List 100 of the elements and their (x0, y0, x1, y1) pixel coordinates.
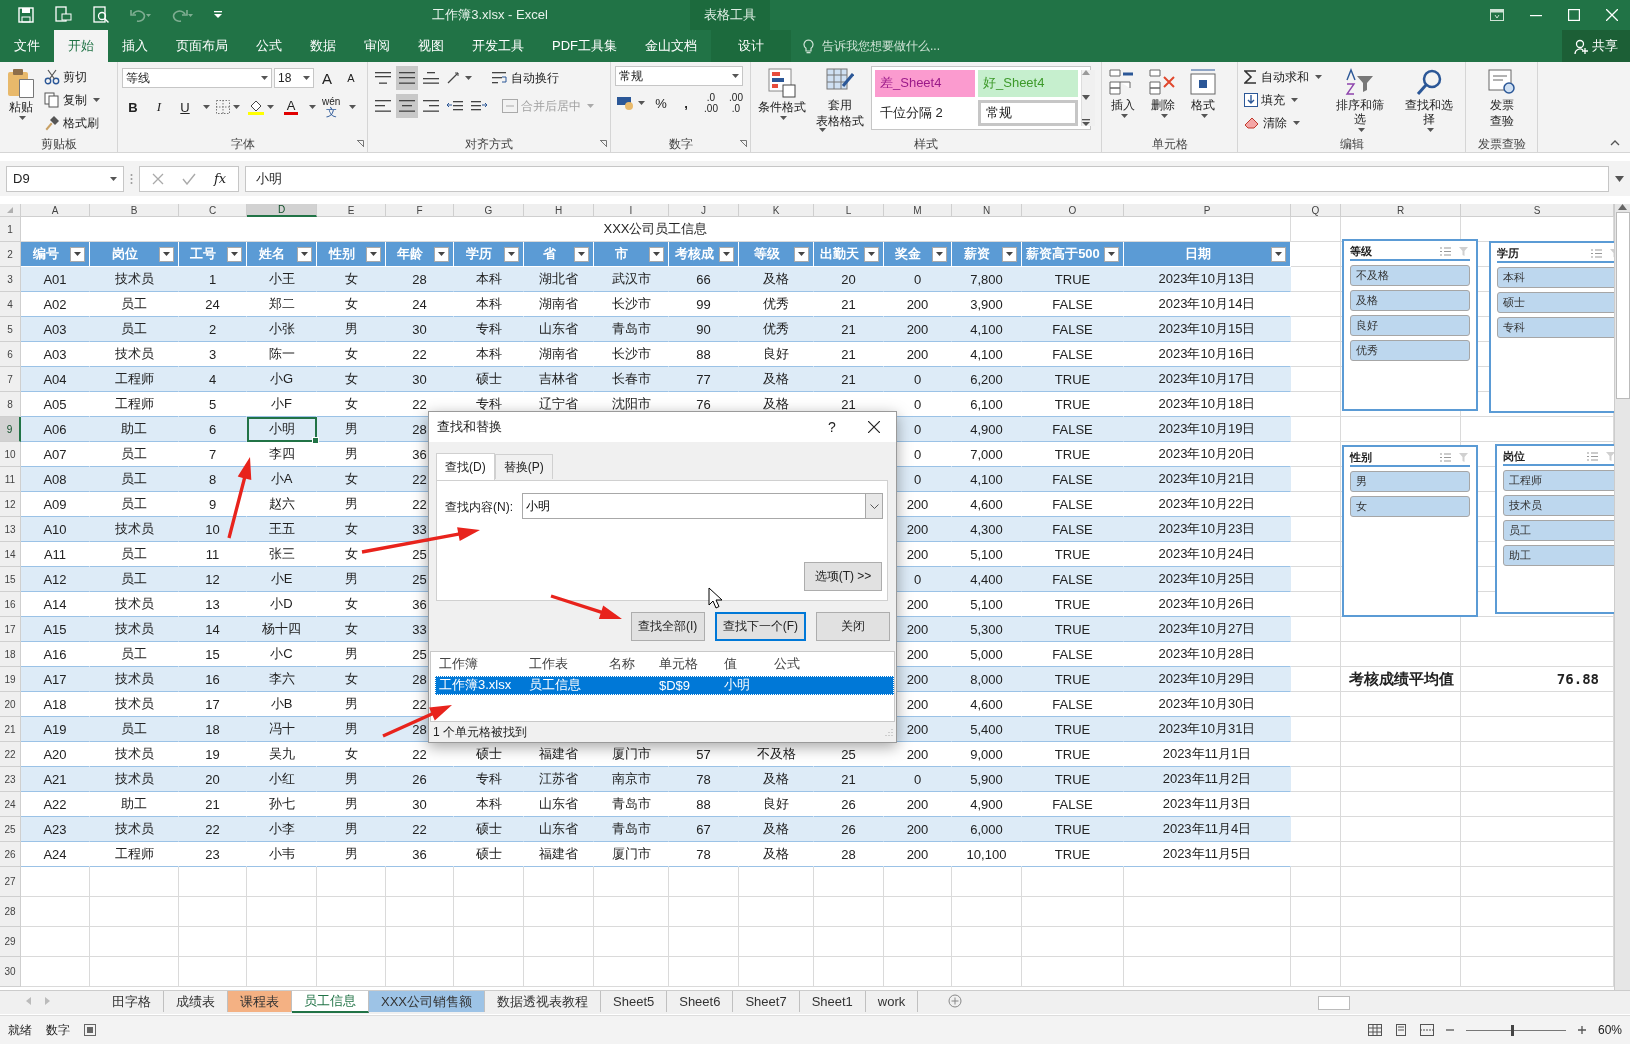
ribbon-tab[interactable]: 金山文档 (631, 30, 711, 62)
cell-style[interactable]: 常规 (978, 99, 1078, 126)
column-header[interactable]: K (739, 204, 814, 217)
zoom-thumb[interactable] (1510, 1024, 1514, 1036)
ribbon-tab[interactable]: 页面布局 (162, 30, 242, 62)
dialog-button[interactable]: 查找下一个(F) (714, 611, 806, 641)
increase-decimal-button[interactable]: .0 .00 (700, 90, 722, 116)
grow-font-button[interactable]: A (316, 66, 338, 90)
filter-button[interactable] (719, 246, 734, 262)
underline-button[interactable]: U (174, 95, 196, 119)
row-header[interactable]: 23 (0, 767, 21, 792)
column-header[interactable]: O (1022, 204, 1124, 217)
horizontal-scrollbar[interactable] (1318, 996, 1350, 1010)
row-header[interactable]: 17 (0, 617, 21, 642)
filter-button[interactable] (227, 246, 242, 262)
filter-button[interactable] (1104, 246, 1119, 262)
row-header[interactable]: 24 (0, 792, 21, 817)
ribbon-tab[interactable]: 文件 (0, 30, 54, 62)
bold-button[interactable]: B (122, 95, 144, 119)
ribbon-tab[interactable]: 数据 (296, 30, 350, 62)
ribbon-tab[interactable]: 视图 (404, 30, 458, 62)
slicer-item[interactable]: 不及格 (1350, 265, 1470, 286)
result-row[interactable]: 工作簿3.xlsx 员工信息 $D$9 小明 (435, 675, 894, 695)
format-as-table-button[interactable]: 套用 表格格式 (813, 66, 867, 134)
dialog-button[interactable]: 查找全部(I) (630, 611, 705, 641)
sheet-tab[interactable]: Sheet5 (601, 991, 668, 1012)
font-size-field[interactable]: 18 (274, 68, 314, 88)
slicer-item[interactable]: 本科 (1497, 267, 1614, 288)
slicer-item[interactable]: 女 (1350, 496, 1470, 517)
filter-button[interactable] (1002, 246, 1017, 262)
fill-handle[interactable] (312, 437, 319, 444)
options-button[interactable]: 选项(T) >> (804, 562, 882, 591)
column-header[interactable]: Q (1291, 204, 1341, 217)
column-header[interactable]: H (524, 204, 594, 217)
sheet-tab[interactable]: 课程表 (228, 991, 292, 1012)
slicer-item[interactable]: 助工 (1503, 545, 1614, 566)
slicer-item[interactable]: 男 (1350, 471, 1470, 492)
name-box[interactable]: D9 (6, 165, 124, 192)
slicer-item[interactable]: 良好 (1350, 315, 1470, 336)
align-center-button[interactable] (396, 94, 418, 118)
insert-cells-button[interactable]: 插入 (1106, 66, 1140, 120)
row-header[interactable]: 19 (0, 667, 21, 692)
row-header[interactable]: 10 (0, 442, 21, 467)
row-header[interactable]: 4 (0, 292, 21, 317)
dialog-tab[interactable]: 查找(D) (436, 453, 495, 481)
slicer-item[interactable]: 及格 (1350, 290, 1470, 311)
cut-button[interactable]: 剪切 (42, 66, 102, 88)
vertical-scrollbar[interactable] (1614, 204, 1630, 990)
filter-button[interactable] (574, 246, 589, 262)
filter-button[interactable] (932, 246, 947, 262)
dialog-button[interactable]: 关闭 (816, 611, 890, 641)
column-header[interactable]: A (21, 204, 90, 217)
filter-button[interactable] (864, 246, 879, 262)
row-header[interactable]: 29 (0, 927, 21, 957)
share-button[interactable]: 共享 (1562, 30, 1630, 62)
slicer-item[interactable]: 技术员 (1503, 495, 1614, 516)
column-header[interactable]: G (454, 204, 524, 217)
row-header[interactable]: 2 (0, 242, 21, 267)
font-name-field[interactable]: 等线 (122, 68, 272, 88)
invoice-check-button[interactable]: 发票 查验 (1483, 66, 1520, 130)
sort-filter-button[interactable]: 排序和筛选 (1328, 66, 1393, 134)
column-header[interactable]: J (669, 204, 739, 217)
sheet-tab[interactable]: 田字格 (100, 991, 164, 1012)
column-header[interactable]: I (594, 204, 669, 217)
row-header[interactable]: 13 (0, 517, 21, 542)
row-header[interactable]: 16 (0, 592, 21, 617)
filter-button[interactable] (297, 246, 312, 262)
column-header[interactable]: F (386, 204, 454, 217)
row-header[interactable]: 8 (0, 392, 21, 417)
ribbon-tab[interactable]: 开始 (54, 30, 108, 62)
italic-button[interactable]: I (148, 95, 170, 119)
ribbon-tab[interactable]: 公式 (242, 30, 296, 62)
wrap-text-button[interactable]: 自动换行 (490, 67, 561, 89)
tell-me-field[interactable]: 告诉我您想要做什么... (820, 38, 1024, 54)
slicer-item[interactable]: 优秀 (1350, 340, 1470, 361)
row-header[interactable]: 11 (0, 467, 21, 492)
font-color-button[interactable]: A (280, 95, 302, 119)
format-painter-button[interactable]: 格式刷 (42, 112, 102, 134)
slicer-item[interactable]: 员工 (1503, 520, 1614, 541)
middle-align-button[interactable] (396, 66, 418, 90)
sheet-tab[interactable]: Sheet7 (733, 991, 800, 1012)
column-header[interactable]: B (90, 204, 179, 217)
ribbon-tab[interactable]: 设计 (711, 30, 791, 62)
conditional-format-button[interactable]: 条件格式 (755, 66, 809, 122)
shrink-font-button[interactable]: A (340, 66, 362, 90)
dialog-tab[interactable]: 替换(P) (494, 454, 553, 479)
row-header[interactable]: 5 (0, 317, 21, 342)
fill-button[interactable]: 填充 (1242, 89, 1324, 111)
phonetic-button[interactable]: wén 文 (320, 94, 343, 120)
slicer-item[interactable]: 硕士 (1497, 292, 1614, 313)
comma-button[interactable]: , (675, 91, 697, 115)
row-header[interactable]: 28 (0, 897, 21, 927)
column-header[interactable]: P (1124, 204, 1291, 217)
formula-field[interactable]: 小明 (245, 165, 1609, 192)
row-header[interactable]: 21 (0, 717, 21, 742)
row-header[interactable]: 7 (0, 367, 21, 392)
copy-button[interactable]: 复制 (42, 89, 102, 111)
row-header[interactable]: 27 (0, 867, 21, 897)
find-field[interactable]: 小明 (522, 493, 865, 519)
column-header[interactable]: R (1341, 204, 1461, 217)
